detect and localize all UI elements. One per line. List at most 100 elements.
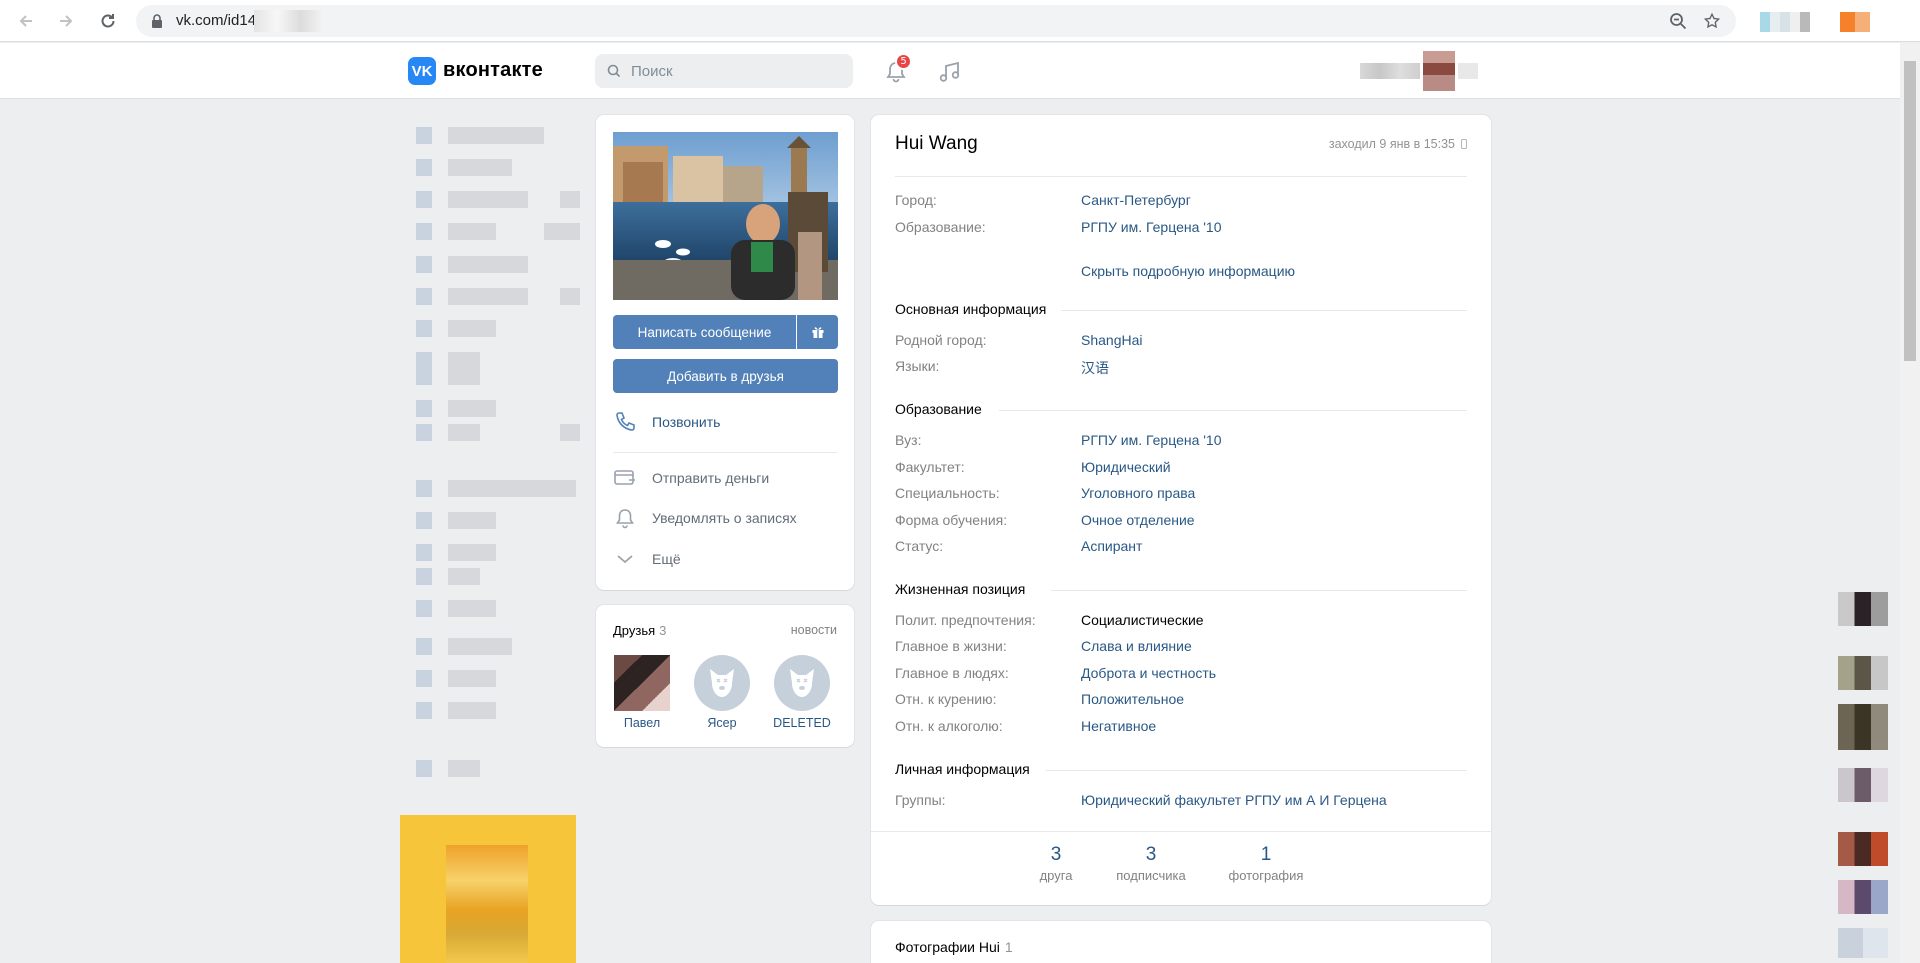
user-menu[interactable]	[1360, 51, 1490, 91]
friends-news-link[interactable]: новости	[791, 623, 837, 637]
info-value-link[interactable]: 汉语	[1081, 358, 1109, 378]
info-value-link[interactable]: Доброта и честность	[1081, 665, 1216, 681]
profile-avatar[interactable]	[1840, 12, 1870, 32]
info-key: Образование:	[895, 219, 986, 235]
url-text: vk.com/id14	[176, 12, 257, 29]
counter-number: 3	[1145, 844, 1157, 865]
deactivated-dog-icon	[774, 655, 830, 711]
info-key: Родной город:	[895, 332, 987, 348]
info-value-link[interactable]: Негативное	[1081, 718, 1156, 734]
hide-details-link[interactable]: Скрыть подробную информацию	[1081, 263, 1295, 279]
star-icon[interactable]	[1702, 11, 1722, 31]
send-money-label: Отправить деньги	[652, 470, 770, 486]
counter-followers[interactable]: 3 подписчика	[1101, 844, 1201, 883]
photos-heading[interactable]: Фотографии Hui 1	[895, 939, 1013, 955]
chat-avatar[interactable]	[1838, 592, 1888, 626]
extensions-area	[1760, 12, 1810, 32]
info-value-link[interactable]: Очное отделение	[1081, 512, 1195, 528]
send-money-action[interactable]: Отправить деньги	[613, 466, 769, 490]
notify-action[interactable]: Уведомлять о записях	[613, 506, 797, 530]
deactivated-dog-icon	[694, 655, 750, 711]
friends-card: Друзья 3 новости Павел Ясер DELETED	[596, 605, 854, 747]
friend-item[interactable]: Павел	[606, 655, 678, 730]
chat-avatar[interactable]	[1838, 832, 1888, 866]
chat-avatar[interactable]	[1838, 880, 1888, 914]
chat-avatar[interactable]	[1838, 768, 1888, 802]
promo-banner[interactable]	[400, 815, 576, 963]
section-divider	[1061, 310, 1467, 311]
info-key: Главное в людях:	[895, 665, 1009, 681]
last-seen-text: заходил 9 янв в 15:35	[1328, 137, 1455, 151]
photos-title: Фотографии Hui	[895, 939, 1000, 955]
arrow-right-icon[interactable]	[54, 9, 78, 33]
info-value-link[interactable]: Юридический	[1081, 459, 1171, 475]
counter-number: 1	[1260, 844, 1272, 865]
info-value-link[interactable]: Положительное	[1081, 691, 1184, 707]
money-transfer-icon	[614, 470, 635, 485]
info-value-link[interactable]: Аспирант	[1081, 538, 1142, 554]
info-key: Полит. предпочтения:	[895, 612, 1036, 628]
bell-outline-icon	[616, 509, 634, 529]
chat-avatar[interactable]	[1838, 704, 1888, 750]
profile-avatar-card: Написать сообщение Добавить в друзья Поз…	[596, 115, 854, 590]
friend-item[interactable]: Ясер	[686, 655, 758, 730]
scrollbar-thumb[interactable]	[1904, 61, 1916, 361]
page-scrollbar[interactable]	[1900, 43, 1920, 963]
more-action[interactable]: Ещё	[613, 547, 681, 571]
music-icon[interactable]	[936, 58, 964, 86]
chat-avatar[interactable]	[1838, 928, 1888, 958]
arrow-left-icon[interactable]	[14, 9, 38, 33]
vk-header: VK вконтакте 5	[0, 43, 1900, 99]
counter-label: подписчика	[1116, 868, 1186, 883]
counters-divider	[871, 831, 1491, 832]
friend-item[interactable]: DELETED	[766, 655, 838, 730]
counter-friends[interactable]: 3 друга	[1021, 844, 1091, 883]
address-bar[interactable]: vk.com/id14	[136, 5, 1736, 37]
section-title-personal: Личная информация	[895, 761, 1030, 777]
counter-label: друга	[1039, 868, 1073, 883]
chevron-down-icon	[617, 555, 633, 564]
call-label: Позвонить	[652, 414, 721, 430]
add-friend-button[interactable]: Добавить в друзья	[613, 359, 838, 393]
friends-count: 3	[659, 623, 667, 638]
zoom-icon[interactable]	[1668, 11, 1688, 31]
vk-logo-text[interactable]: вконтакте	[443, 59, 543, 82]
info-key: Вуз:	[895, 432, 922, 448]
reload-icon[interactable]	[96, 9, 120, 33]
info-value-link[interactable]: Санкт-Петербург	[1081, 192, 1191, 208]
info-key: Город:	[895, 192, 937, 208]
url-redaction	[254, 10, 324, 32]
info-value-link[interactable]: Уголовного права	[1081, 485, 1195, 501]
info-value-link[interactable]: Слава и влияние	[1081, 638, 1192, 654]
info-value-link[interactable]: ShangHai	[1081, 332, 1143, 348]
divider	[895, 176, 1467, 177]
gift-button[interactable]	[797, 315, 838, 349]
friends-title: Друзья	[613, 623, 656, 638]
phone-icon	[616, 412, 635, 431]
chat-avatar[interactable]	[1838, 656, 1888, 690]
counter-photos[interactable]: 1 фотография	[1216, 844, 1316, 883]
friend-name: Ясер	[707, 716, 737, 730]
section-divider	[1051, 590, 1467, 591]
section-divider	[999, 410, 1467, 411]
search-box[interactable]	[595, 54, 853, 88]
lock-icon	[152, 14, 162, 28]
browser-toolbar: vk.com/id14	[0, 0, 1920, 42]
info-key: Главное в жизни:	[895, 638, 1007, 654]
friends-heading[interactable]: Друзья 3	[613, 623, 666, 638]
info-key: Статус:	[895, 538, 944, 554]
info-value-link[interactable]: Юридический факультет РГПУ им А И Герцен…	[1081, 792, 1387, 808]
profile-info-card: Hui Wang заходил 9 янв в 15:35 Город: Сан…	[871, 115, 1491, 905]
info-value-link[interactable]: РГПУ им. Герцена '10	[1081, 219, 1222, 235]
call-action[interactable]: Позвонить	[613, 410, 720, 434]
photos-card: Фотографии Hui 1	[871, 921, 1491, 963]
write-message-button[interactable]: Написать сообщение	[613, 315, 796, 349]
counter-number: 3	[1050, 844, 1062, 865]
friend-name: DELETED	[773, 716, 831, 730]
friend-name: Павел	[623, 716, 661, 730]
profile-photo[interactable]	[613, 132, 838, 300]
vk-logo-icon[interactable]: VK	[408, 57, 436, 85]
info-value-link[interactable]: РГПУ им. Герцена '10	[1081, 432, 1222, 448]
info-key: Языки:	[895, 358, 940, 374]
search-input[interactable]	[631, 54, 841, 88]
